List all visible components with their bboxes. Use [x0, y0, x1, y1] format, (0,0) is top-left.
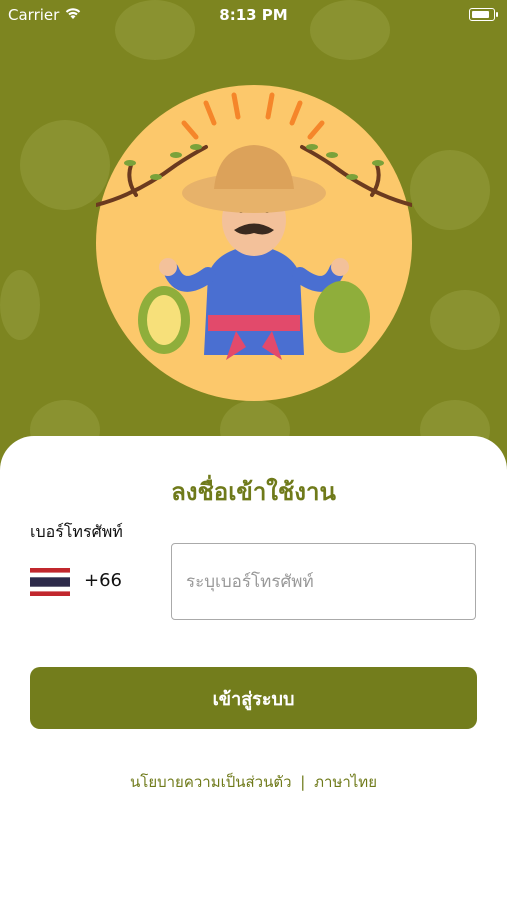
battery-icon	[469, 8, 498, 21]
farmer-durian-illustration	[96, 85, 412, 401]
phone-input[interactable]	[171, 543, 476, 620]
clock: 8:13 PM	[219, 6, 288, 24]
login-button[interactable]: เข้าสู่ระบบ	[30, 667, 477, 729]
status-bar: Carrier 8:13 PM	[0, 0, 507, 30]
country-code[interactable]: +66	[84, 570, 122, 591]
thailand-flag-icon[interactable]	[30, 568, 70, 596]
language-link[interactable]: ภาษาไทย	[314, 773, 377, 791]
phone-label: เบอร์โทรศัพท์	[30, 522, 123, 541]
page-title: ลงชื่อเข้าใช้งาน	[171, 478, 336, 506]
privacy-policy-link[interactable]: นโยบายความเป็นส่วนตัว	[130, 773, 292, 791]
footer-links: นโยบายความเป็นส่วนตัว | ภาษาไทย	[0, 770, 507, 794]
footer-separator: |	[300, 773, 306, 791]
